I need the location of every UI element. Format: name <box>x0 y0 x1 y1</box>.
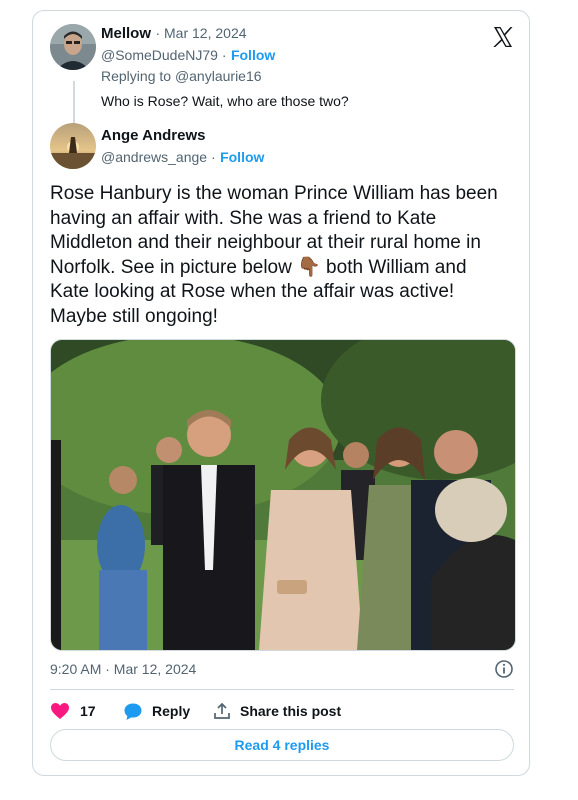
tweet-date[interactable]: · Mar 12, 2024 <box>155 25 246 41</box>
tweet-text-line: Norfolk. See in picture below 👇🏾 both Wi… <box>50 256 467 278</box>
like-count: 17 <box>80 703 96 719</box>
read-replies-label: Read 4 replies <box>234 737 330 753</box>
avatar-ange[interactable] <box>50 123 96 169</box>
tweet-text-line: having an affair with. She was a friend … <box>50 207 437 229</box>
tweet-text-line: Kate looking at Rose when the affair was… <box>50 281 455 302</box>
tweet-photo[interactable] <box>50 339 516 651</box>
author-handle[interactable]: @SomeDudeNJ79 · <box>101 47 227 63</box>
reply-button[interactable]: Reply <box>123 700 190 722</box>
author-name[interactable]: Ange Andrews <box>101 127 205 144</box>
x-logo-icon[interactable] <box>491 25 515 49</box>
reply-label: Reply <box>152 703 191 719</box>
author-handle[interactable]: @andrews_ange · <box>101 149 216 165</box>
share-button[interactable]: Share this post <box>213 700 341 722</box>
reply-bubble-icon <box>123 702 143 721</box>
share-label: Share this post <box>240 703 342 719</box>
tweet-text: Rose Hanbury is the woman Prince William… <box>50 182 520 329</box>
read-replies-button[interactable]: Read 4 replies <box>50 729 514 761</box>
avatar-mellow[interactable] <box>50 24 96 70</box>
author-name[interactable]: Mellow <box>101 25 151 42</box>
heart-icon <box>50 702 70 720</box>
follow-button[interactable]: Follow <box>220 149 264 165</box>
tweet-text-line: Rose Hanbury is the woman Prince William… <box>50 183 498 204</box>
divider <box>50 689 514 690</box>
replying-to-handle[interactable]: @anylaurie16 <box>175 68 262 84</box>
share-icon <box>213 702 231 720</box>
reply-text: Who is Rose? Wait, who are those two? <box>101 93 349 109</box>
follow-button[interactable]: Follow <box>231 47 275 63</box>
tweet-text-line: Middleton and their neighbour at their r… <box>50 232 481 253</box>
like-button[interactable]: 17 <box>50 700 96 722</box>
tweet-timestamp[interactable]: 9:20 AM · Mar 12, 2024 <box>50 661 196 677</box>
tweet-text-line: Maybe still ongoing! <box>50 305 218 327</box>
tweet-card: Mellow · Mar 12, 2024 @SomeDudeNJ79 · Fo… <box>32 10 530 776</box>
replying-to-label: Replying to <box>101 68 172 84</box>
info-icon[interactable] <box>494 659 514 679</box>
thread-connector <box>73 81 75 125</box>
